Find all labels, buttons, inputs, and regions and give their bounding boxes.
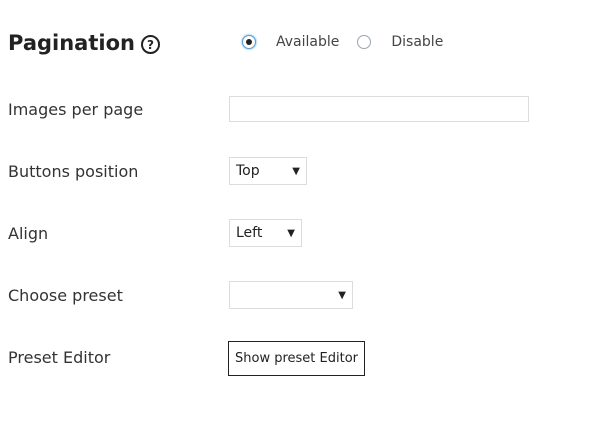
choose-preset-select[interactable]: ▼ — [229, 281, 353, 309]
radio-available[interactable] — [242, 35, 256, 49]
radio-disable[interactable] — [357, 35, 372, 49]
pagination-radio-group: Available Disable — [242, 34, 443, 50]
choose-preset-label: Choose preset — [8, 286, 123, 305]
pagination-title-group: Pagination ? — [8, 31, 160, 55]
preset-editor-label: Preset Editor — [8, 348, 111, 367]
radio-disable-label[interactable]: Disable — [391, 34, 443, 50]
pagination-title: Pagination — [8, 31, 135, 55]
buttons-position-label: Buttons position — [8, 162, 139, 181]
images-per-page-label: Images per page — [8, 100, 144, 119]
radio-available-label[interactable]: Available — [276, 34, 339, 50]
help-icon[interactable]: ? — [140, 35, 160, 54]
buttons-position-value: Top — [236, 163, 260, 179]
dropdown-caret-icon: ▼ — [287, 227, 295, 239]
align-select[interactable]: Left ▼ — [229, 219, 302, 247]
images-per-page-input[interactable] — [229, 96, 529, 122]
show-preset-editor-button[interactable]: Show preset Editor — [228, 341, 365, 376]
dropdown-caret-icon: ▼ — [338, 289, 346, 301]
align-label: Align — [8, 224, 49, 243]
align-value: Left — [236, 225, 263, 241]
dropdown-caret-icon: ▼ — [292, 165, 300, 177]
buttons-position-select[interactable]: Top ▼ — [229, 157, 307, 185]
